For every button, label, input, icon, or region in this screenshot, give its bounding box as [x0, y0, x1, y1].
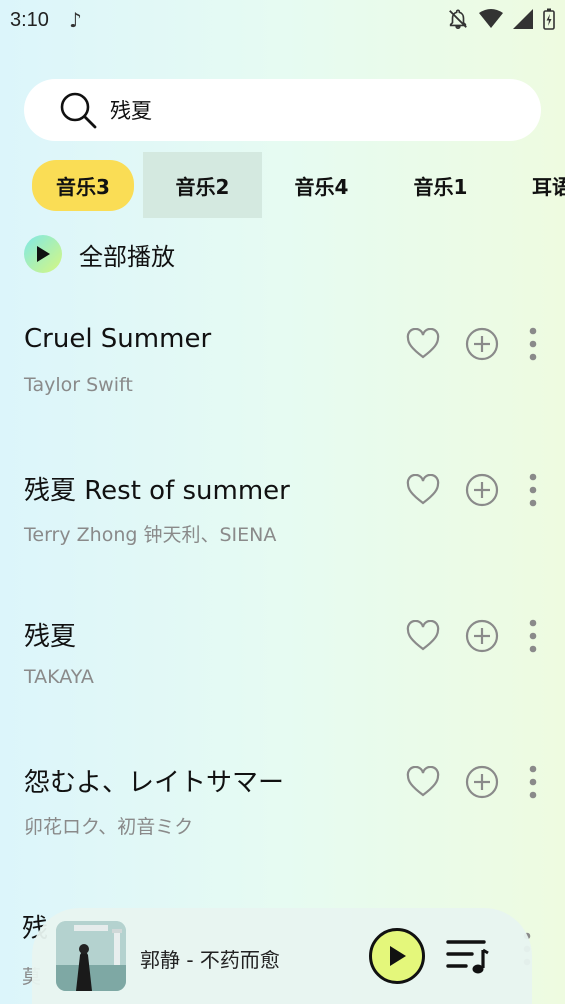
- status-icons: [447, 8, 555, 30]
- music-note-icon: ♪: [68, 8, 82, 32]
- more-button[interactable]: [523, 472, 543, 508]
- song-actions: [405, 326, 543, 362]
- song-title: 残夏: [24, 622, 77, 652]
- song-title: Cruel Summer: [24, 324, 212, 354]
- play-all-button[interactable]: [24, 235, 62, 273]
- play-icon: [37, 246, 50, 262]
- battery-icon: [543, 8, 555, 30]
- tab-label: 音乐1: [413, 174, 468, 199]
- song-actions: [405, 472, 543, 508]
- more-vertical-icon: [529, 473, 537, 507]
- heart-icon: [406, 766, 440, 797]
- song-artist: Terry Zhong 钟天利、SIENA: [24, 524, 277, 546]
- more-button[interactable]: [523, 326, 543, 362]
- list-item[interactable]: Cruel Summer Taylor Swift: [0, 324, 565, 470]
- heart-icon: [406, 620, 440, 651]
- tab-label: 音乐4: [294, 174, 349, 199]
- tab-label: 音乐3: [32, 159, 134, 211]
- list-item[interactable]: 怨むよ、レイトサマー 卯花ロク、初音ミク: [0, 762, 565, 908]
- list-item[interactable]: 残夏 Rest of summer Terry Zhong 钟天利、SIENA: [0, 470, 565, 616]
- mini-player[interactable]: 郭静 - 不药而愈: [32, 908, 532, 1004]
- song-title: 残夏 Rest of summer: [24, 476, 290, 506]
- like-button[interactable]: [405, 472, 441, 508]
- tab-music1[interactable]: 音乐1: [381, 152, 500, 218]
- song-artist: Taylor Swift: [24, 374, 133, 396]
- song-actions: [405, 764, 543, 800]
- like-button[interactable]: [405, 326, 441, 362]
- play-all-row[interactable]: 全部播放: [24, 234, 175, 274]
- list-item[interactable]: 残夏 TAKAYA: [0, 616, 565, 762]
- play-pause-button[interactable]: [369, 928, 425, 984]
- song-artist: 卯花ロク、初音ミク: [24, 816, 194, 838]
- now-playing-title: 郭静 - 不药而愈: [140, 948, 280, 972]
- song-actions: [405, 618, 543, 654]
- wifi-icon: [479, 9, 503, 28]
- bell-off-icon: [449, 9, 467, 29]
- more-vertical-icon: [529, 619, 537, 653]
- search-box[interactable]: [24, 79, 541, 141]
- tab-bar: 音乐3 音乐2 音乐4 音乐1 耳语: [0, 152, 565, 218]
- plus-circle-icon: [465, 473, 499, 507]
- add-to-playlist-button[interactable]: [464, 618, 500, 654]
- plus-circle-icon: [465, 327, 499, 361]
- song-title: 怨むよ、レイトサマー: [24, 768, 285, 798]
- tab-label: 音乐2: [175, 174, 230, 199]
- add-to-playlist-button[interactable]: [464, 472, 500, 508]
- album-cover[interactable]: [56, 921, 126, 991]
- plus-circle-icon: [465, 619, 499, 653]
- like-button[interactable]: [405, 764, 441, 800]
- more-button[interactable]: [523, 764, 543, 800]
- add-to-playlist-button[interactable]: [464, 326, 500, 362]
- plus-circle-icon: [465, 765, 499, 799]
- heart-icon: [406, 328, 440, 359]
- status-time: 3:10: [10, 8, 49, 31]
- tab-label: 耳语: [532, 174, 565, 199]
- search-input[interactable]: [110, 98, 510, 122]
- more-vertical-icon: [529, 327, 537, 361]
- signal-icon: [513, 9, 533, 29]
- play-all-label: 全部播放: [79, 242, 175, 271]
- album-art-image: [56, 921, 126, 991]
- tab-music3[interactable]: 音乐3: [24, 152, 142, 218]
- song-artist: TAKAYA: [24, 666, 94, 688]
- more-vertical-icon: [529, 765, 537, 799]
- tab-music4[interactable]: 音乐4: [262, 152, 381, 218]
- tab-whisper[interactable]: 耳语: [500, 152, 565, 218]
- more-button[interactable]: [523, 618, 543, 654]
- like-button[interactable]: [405, 618, 441, 654]
- play-icon: [390, 946, 406, 966]
- tab-music2[interactable]: 音乐2: [143, 152, 262, 218]
- add-to-playlist-button[interactable]: [464, 764, 500, 800]
- search-icon: [60, 92, 97, 129]
- heart-icon: [406, 474, 440, 505]
- playlist-queue-icon[interactable]: [446, 936, 490, 976]
- status-bar: 3:10 ♪: [0, 0, 565, 40]
